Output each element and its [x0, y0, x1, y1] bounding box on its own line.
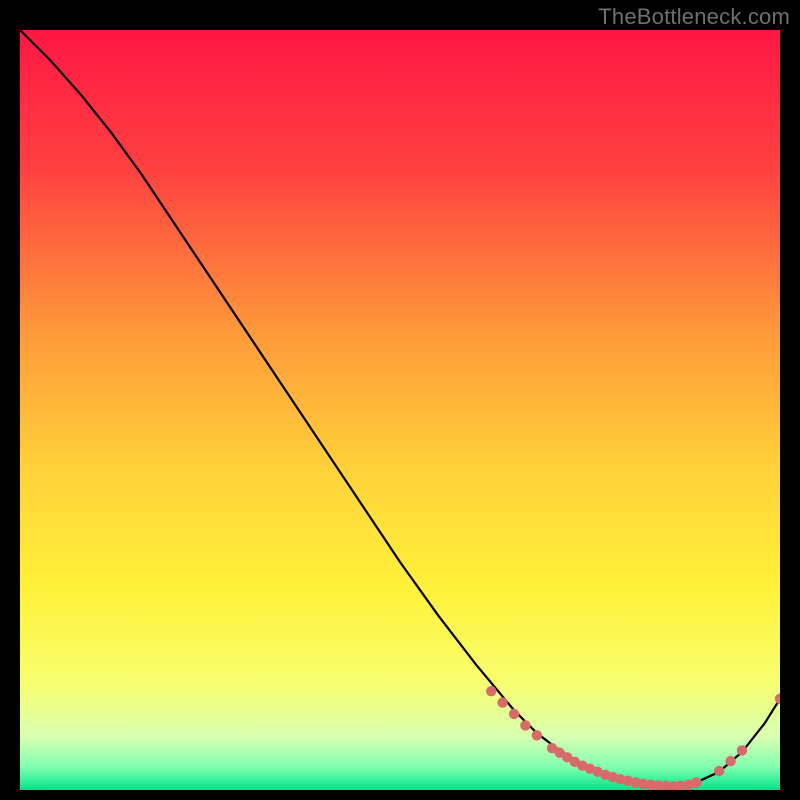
data-point [714, 766, 724, 776]
data-point [520, 720, 530, 730]
data-point [532, 730, 542, 740]
data-point [775, 694, 780, 704]
curve-layer [20, 30, 780, 790]
chart-frame: TheBottleneck.com [0, 0, 800, 800]
data-points-group [486, 686, 780, 790]
data-point [737, 745, 747, 755]
data-point [691, 777, 701, 787]
watermark-text: TheBottleneck.com [598, 4, 790, 30]
data-point [725, 756, 735, 766]
data-point [509, 709, 519, 719]
data-point [486, 686, 496, 696]
plot-area [20, 30, 780, 790]
bottleneck-curve [20, 30, 780, 786]
data-point [497, 697, 507, 707]
